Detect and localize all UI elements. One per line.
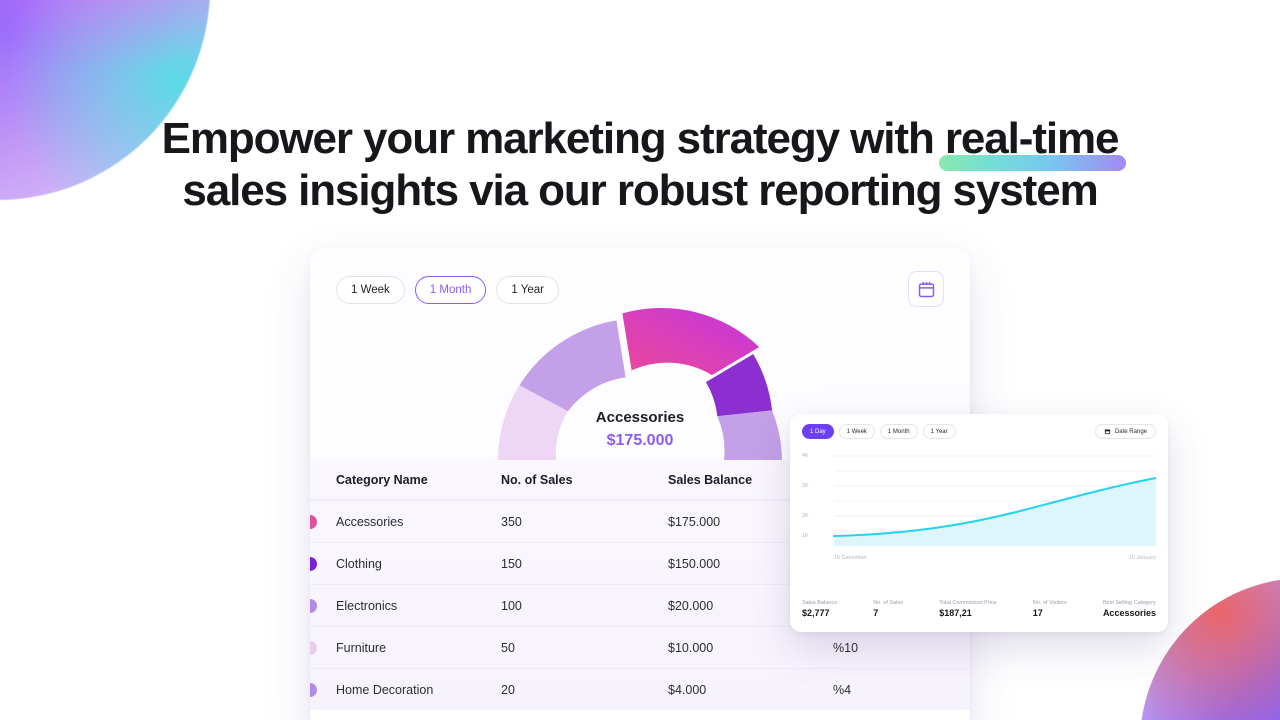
gauge-center-value: $175.000 <box>606 432 674 449</box>
filter-pill-1-year[interactable]: 1 Year <box>496 276 559 304</box>
filter-pill-1-month[interactable]: 1 Month <box>414 276 487 304</box>
filter-pill-1-week[interactable]: 1 Week <box>336 276 405 304</box>
stat-label: No. of Sales <box>873 600 904 606</box>
stat-value: Accessories <box>1102 608 1156 618</box>
cell-sales-balance: $10.000 <box>668 640 714 655</box>
date-range-button[interactable]: Date Range <box>1094 424 1156 439</box>
category-gauge-chart: Accessories $175.000 <box>485 305 795 470</box>
cell-category-name: Clothing <box>336 556 382 571</box>
stat-best-selling-category: Best Selling Category Accessories <box>1103 600 1156 618</box>
stat-label: No. of Visitors <box>1032 600 1067 606</box>
cell-no-of-sales: 100 <box>501 598 522 613</box>
headline-line2-text: sales insights via our robust reporting … <box>182 166 1098 215</box>
calendar-button[interactable] <box>908 271 944 307</box>
stat-label: Sales Balance <box>802 600 838 606</box>
category-color-dot <box>310 598 317 613</box>
stat-total-commission-price: Total Commission Price $187,21 <box>939 600 996 618</box>
page-root: Empower your marketing strategy with rea… <box>0 0 1280 720</box>
calendar-icon <box>1104 429 1111 435</box>
cell-category-name: Accessories <box>336 514 404 529</box>
column-header-category-name: Category Name <box>336 472 428 487</box>
stat-label: Best Selling Category <box>1102 600 1156 606</box>
cell-sales-balance: $4.000 <box>668 682 707 697</box>
category-color-dot <box>310 682 317 697</box>
stat-no-of-visitors: No. of Visitors 17 <box>1033 600 1067 618</box>
cell-category-name: Electronics <box>336 598 398 613</box>
stat-no-of-sales: No. of Sales 7 <box>873 600 903 618</box>
overlay-card-header: 1 Day 1 Week 1 Month 1 Year Date Range <box>790 414 1168 448</box>
x-axis-label-start: 15 December <box>834 555 868 561</box>
area-chart-svg <box>833 455 1156 546</box>
overlay-filter-pill-1-week[interactable]: 1 Week <box>838 424 875 439</box>
cell-no-of-sales: 20 <box>501 682 515 697</box>
y-axis-tick-4k: 4K <box>802 453 809 459</box>
table-row[interactable]: Furniture 50 $10.000 %10 <box>310 626 970 668</box>
time-range-filter-group: 1 Week 1 Month 1 Year <box>336 276 559 304</box>
cell-percent: %4 <box>833 682 852 697</box>
column-header-no-of-sales: No. of Sales <box>501 472 573 487</box>
cell-category-name: Home Decoration <box>336 682 434 697</box>
gauge-center-label: Accessories <box>595 409 685 426</box>
x-axis-label-end: 16 January <box>1128 555 1156 561</box>
category-color-dot <box>310 514 317 529</box>
overlay-filter-pill-1-year[interactable]: 1 Year <box>922 424 956 439</box>
cell-percent: %10 <box>833 640 859 655</box>
table-row[interactable]: Home Decoration 20 $4.000 %4 <box>310 668 970 710</box>
cell-no-of-sales: 350 <box>501 514 522 529</box>
stat-label: Total Commission Price <box>939 600 997 606</box>
analytics-overlay-card: 1 Day 1 Week 1 Month 1 Year Date Range 4… <box>790 414 1168 632</box>
y-axis-tick-3k: 3K <box>802 483 809 489</box>
y-axis-tick-1k: 1K <box>802 533 809 539</box>
category-color-dot <box>310 640 317 655</box>
overlay-filter-pill-1-day[interactable]: 1 Day <box>802 424 834 439</box>
stat-value: $2,777 <box>802 608 830 618</box>
headline-line1-text: Empower your marketing strategy with <box>161 114 945 163</box>
date-range-label: Date Range <box>1114 428 1147 435</box>
cell-no-of-sales: 150 <box>501 556 522 571</box>
sales-trend-area-chart: 4K 3K 2K 1K 15 December 16 January <box>802 448 1156 568</box>
overlay-filter-pill-1-month[interactable]: 1 Month <box>879 424 918 439</box>
stat-value: 7 <box>873 608 879 618</box>
overlay-time-range-filter-group: 1 Day 1 Week 1 Month 1 Year <box>802 424 956 439</box>
cell-no-of-sales: 50 <box>501 640 515 655</box>
stat-sales-balance: Sales Balance $2,777 <box>802 600 837 618</box>
page-title: Empower your marketing strategy with rea… <box>0 113 1280 217</box>
stat-value: $187,21 <box>939 608 972 618</box>
category-color-dot <box>310 556 317 571</box>
headline-highlight: real-time <box>938 114 1126 171</box>
stat-value: 17 <box>1032 608 1043 618</box>
summary-stats-row: Sales Balance $2,777 No. of Sales 7 Tota… <box>802 600 1156 618</box>
y-axis-tick-2k: 2K <box>802 513 809 519</box>
cell-category-name: Furniture <box>336 640 387 655</box>
calendar-icon <box>918 281 934 297</box>
